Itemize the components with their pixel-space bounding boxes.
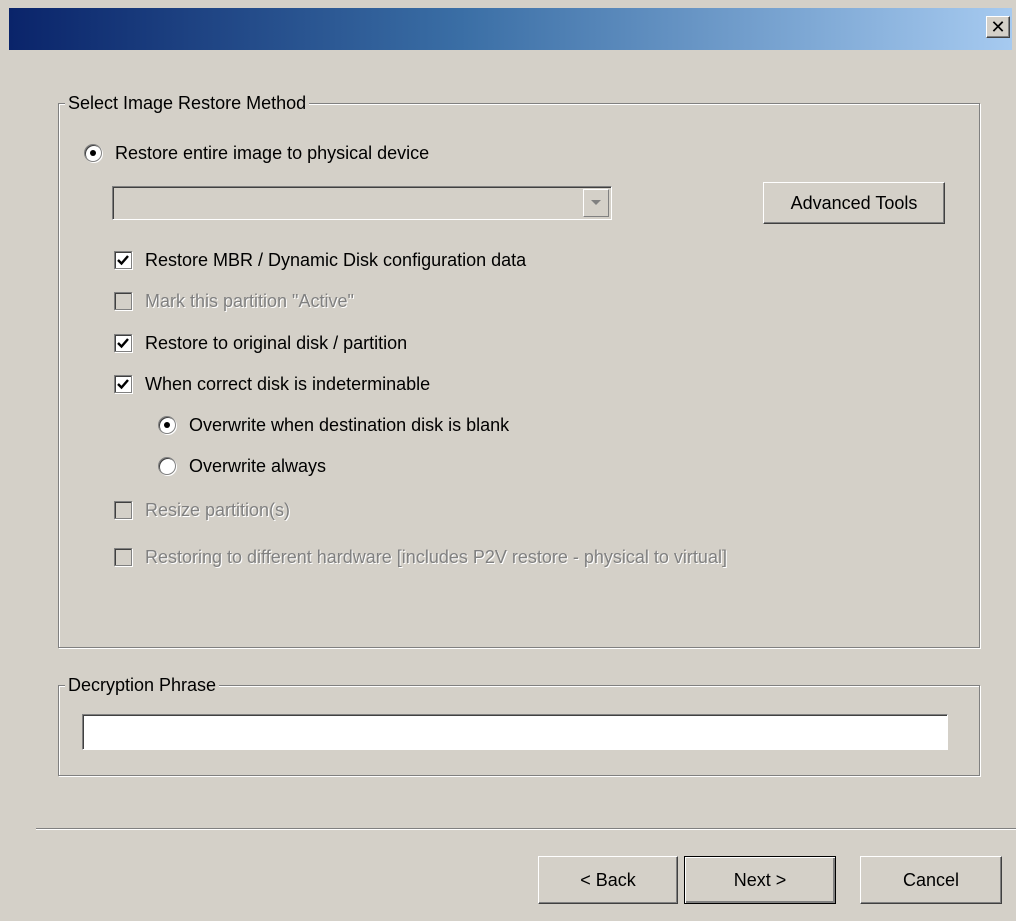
- radio-overwrite-always[interactable]: Overwrite always: [158, 453, 326, 479]
- checkbox[interactable]: [114, 334, 132, 352]
- advanced-tools-button[interactable]: Advanced Tools: [763, 182, 945, 224]
- cancel-button[interactable]: Cancel: [860, 856, 1002, 904]
- checkbox-restore-mbr-label: Restore MBR / Dynamic Disk configuration…: [145, 249, 527, 270]
- chevron-down-icon: [591, 200, 601, 205]
- checkbox-mark-active-label: Mark this partition "Active": [145, 290, 354, 311]
- checkbox-resize-partitions-label: Resize partition(s): [145, 499, 291, 520]
- close-button[interactable]: ✕: [986, 16, 1010, 38]
- checkbox-different-hardware: Restoring to different hardware [include…: [114, 544, 727, 570]
- checkmark-icon: [117, 379, 129, 390]
- radio-button[interactable]: [158, 416, 176, 434]
- checkbox-restore-mbr[interactable]: Restore MBR / Dynamic Disk configuration…: [114, 247, 526, 273]
- checkbox-disk-indeterminable-label: When correct disk is indeterminable: [145, 373, 431, 394]
- radio-overwrite-always-label: Overwrite always: [189, 455, 327, 476]
- title-bar: ✕: [9, 8, 1012, 50]
- radio-overwrite-blank[interactable]: Overwrite when destination disk is blank: [158, 412, 509, 438]
- checkbox[interactable]: [114, 375, 132, 393]
- checkbox-resize-partitions: Resize partition(s): [114, 497, 290, 523]
- checkbox-different-hardware-label: Restoring to different hardware [include…: [145, 546, 727, 567]
- checkbox-mark-active: Mark this partition "Active": [114, 288, 354, 314]
- radio-button[interactable]: [158, 457, 176, 475]
- back-button[interactable]: < Back: [538, 856, 678, 904]
- checkmark-icon: [117, 255, 129, 266]
- decryption-legend: Decryption Phrase: [65, 674, 220, 696]
- radio-overwrite-blank-label: Overwrite when destination disk is blank: [189, 414, 510, 435]
- next-button[interactable]: Next >: [684, 856, 836, 904]
- checkbox: [114, 548, 132, 566]
- checkbox-restore-original-disk-label: Restore to original disk / partition: [145, 332, 408, 353]
- restore-method-legend: Select Image Restore Method: [65, 92, 310, 114]
- radio-button[interactable]: [84, 144, 102, 162]
- checkbox: [114, 292, 132, 310]
- device-dropdown[interactable]: [112, 186, 612, 220]
- checkbox: [114, 501, 132, 519]
- checkbox-restore-original-disk[interactable]: Restore to original disk / partition: [114, 330, 407, 356]
- checkmark-icon: [117, 338, 129, 349]
- checkbox[interactable]: [114, 251, 132, 269]
- close-icon: ✕: [990, 17, 1006, 38]
- decryption-phrase-input[interactable]: [82, 714, 948, 750]
- checkbox-disk-indeterminable[interactable]: When correct disk is indeterminable: [114, 371, 430, 397]
- footer-separator: [36, 828, 1016, 830]
- radio-restore-entire-image-label: Restore entire image to physical device: [115, 142, 430, 163]
- dropdown-arrow-button[interactable]: [583, 189, 609, 217]
- radio-restore-entire-image[interactable]: Restore entire image to physical device: [84, 140, 429, 166]
